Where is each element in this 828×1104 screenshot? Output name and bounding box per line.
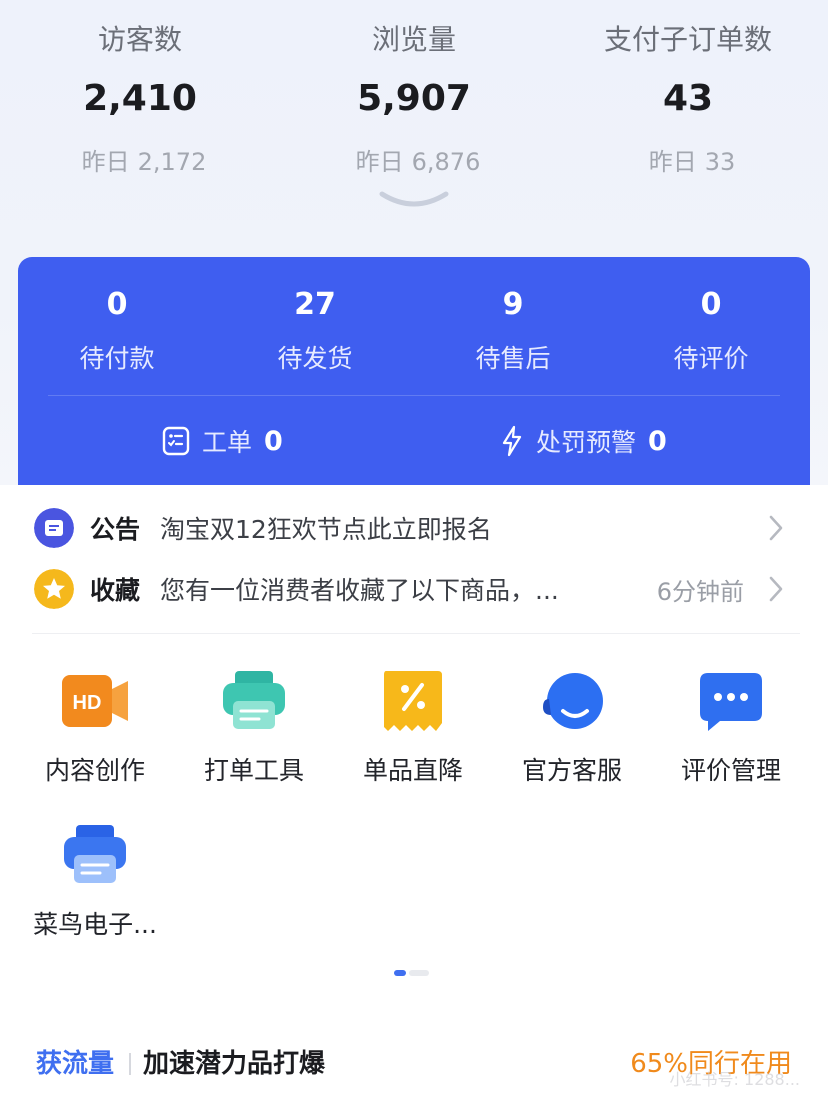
stat-prev-value: 2,172 [137,148,207,176]
order-status-card: 0 待付款 27 待发货 9 待售后 0 待评价 工单 0 处罚预警 0 [18,257,810,497]
order-label: 待付款 [79,344,155,373]
tool-content-creation[interactable]: HD 内容创作 [15,669,175,789]
tool-name: 内容创作 [44,756,145,785]
order-count: 0 [700,287,722,322]
announcement-icon [34,508,74,548]
stat-value: 5,907 [357,78,471,119]
order-pending-shipment[interactable]: 27 待发货 [216,285,414,375]
order-pending-review[interactable]: 0 待评价 [612,285,810,375]
tool-customer-service[interactable]: 官方客服 [492,669,652,789]
notice-title: 公告 [90,515,141,544]
stat-label: 访客数 [97,23,182,56]
stat-value: 2,410 [83,78,197,119]
order-label: 待售后 [475,344,551,373]
tool-name: 评价管理 [680,756,781,785]
tool-review-management[interactable]: 评价管理 [651,669,811,789]
promo-tag: 获流量 [36,1049,115,1079]
customer-service-icon [543,673,603,729]
stat-prev-value: 6,876 [411,148,481,176]
penalty-warning-link[interactable]: 处罚预警 0 [500,423,667,459]
promo-title: 加速潜力品打爆 [143,1049,326,1079]
notice-title: 收藏 [90,576,141,605]
order-count: 9 [502,287,524,322]
order-label: 待评价 [673,344,749,373]
section-divider [32,633,800,634]
tool-name: 官方客服 [521,756,622,785]
tool-name: 打单工具 [203,756,304,785]
star-icon [34,569,74,609]
expand-chevron-icon[interactable] [378,188,450,212]
svg-text:HD: HD [73,692,102,714]
tool-name: 单品直降 [362,756,463,785]
notice-favorite[interactable]: 收藏 您有一位消费者收藏了以下商品，... 6分钟前 [0,562,828,616]
notice-text: 淘宝双12狂欢节点此立即报名 [160,515,492,544]
notice-time: 6分钟前 [656,577,744,606]
order-count: 27 [294,287,336,322]
tool-name: 菜鸟电子... [33,910,157,939]
penalty-label: 处罚预警 [536,428,637,457]
watermark-text: 小红书号: 1288... [669,1070,800,1089]
main-content: 公告 淘宝双12狂欢节点此立即报名 收藏 您有一位消费者收藏了以下商品，... … [0,485,828,1104]
order-count: 0 [106,287,128,322]
stat-label: 浏览量 [371,23,456,56]
stat-prev-label: 昨日 [355,148,404,176]
stat-value: 43 [662,78,714,119]
tool-price-drop[interactable]: 单品直降 [333,669,493,789]
stats-summary: 访客数 2,410 昨日 2,172 浏览量 5,907 昨日 6,876 支付子订… [0,0,828,230]
page-dot-active [394,970,406,976]
hd-video-icon: HD [62,675,128,727]
notice-announcement[interactable]: 公告 淘宝双12狂欢节点此立即报名 [0,501,828,555]
card-divider [48,395,780,396]
chat-bubble-icon [700,673,762,731]
notice-text: 您有一位消费者收藏了以下商品，... [160,576,559,605]
stat-previous: 昨日 33 [550,142,826,177]
order-after-sale[interactable]: 9 待售后 [414,285,612,375]
stat-previous: 昨日 2,172 [2,142,278,177]
lightning-icon [502,425,522,457]
stat-label: 支付子订单数 [603,23,772,56]
printer-blue-icon [64,825,126,883]
order-label: 待发货 [277,344,353,373]
chevron-right-icon [769,515,783,541]
ticket-count: 0 [264,425,283,457]
discount-icon [384,671,442,731]
stat-prev-label: 昨日 [81,148,130,176]
stat-previous: 昨日 6,876 [276,142,552,177]
tool-print-orders[interactable]: 打单工具 [174,669,334,789]
tool-cainiao-eprint[interactable]: 菜鸟电子... [15,823,175,943]
penalty-count: 0 [648,425,667,457]
order-pending-payment[interactable]: 0 待付款 [18,285,216,375]
ticket-icon [162,426,190,456]
page-dot [409,970,429,976]
ticket-label: 工单 [202,428,253,457]
stat-prev-label: 昨日 [648,148,697,176]
stat-prev-value: 33 [704,148,736,176]
chevron-right-icon [769,576,783,602]
ticket-link[interactable]: 工单 0 [162,423,283,459]
printer-icon [223,671,285,729]
promo-separator [129,1053,131,1075]
